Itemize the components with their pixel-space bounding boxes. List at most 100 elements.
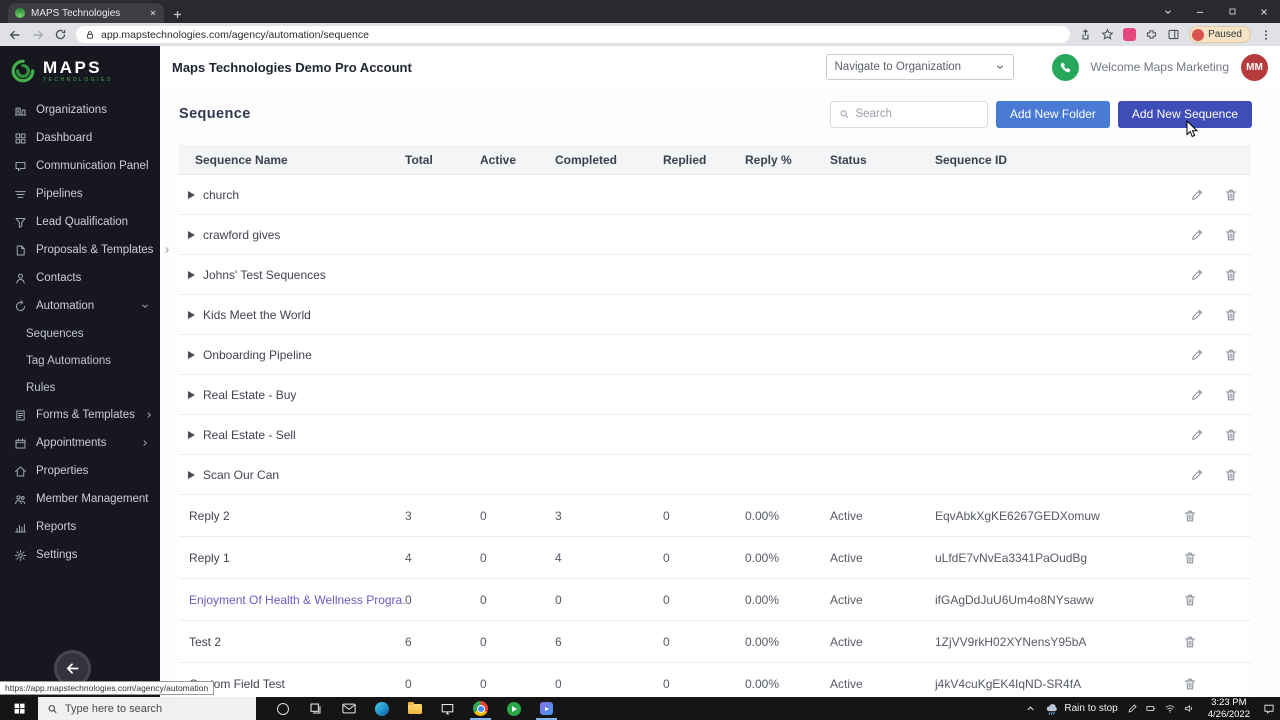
delete-sequence-icon[interactable] bbox=[1183, 509, 1197, 523]
pen-tray-icon[interactable] bbox=[1127, 703, 1138, 714]
delete-folder-icon[interactable] bbox=[1224, 468, 1238, 482]
profile-paused-badge[interactable]: Paused bbox=[1189, 26, 1251, 43]
back-icon[interactable] bbox=[8, 28, 22, 42]
sidebar-item-forms-templates[interactable]: Forms & Templates bbox=[0, 401, 160, 429]
tab-search-icon[interactable] bbox=[1152, 0, 1184, 23]
brand-logo[interactable]: MAPS TECHNOLOGIES bbox=[0, 46, 160, 96]
share-icon[interactable] bbox=[1079, 28, 1092, 41]
folder-expand-icon[interactable] bbox=[188, 350, 195, 359]
folder-row[interactable]: Onboarding Pipeline bbox=[179, 335, 1251, 375]
sidebar-item-communication-panel[interactable]: Communication Panel bbox=[0, 152, 160, 180]
sequence-name[interactable]: Reply 1 bbox=[189, 551, 230, 565]
folder-row[interactable]: church bbox=[179, 175, 1251, 215]
sidebar-item-rules[interactable]: Rules bbox=[0, 374, 160, 401]
folder-row[interactable]: Real Estate - Sell bbox=[179, 415, 1251, 455]
task-view-icon[interactable] bbox=[299, 697, 332, 720]
bookmark-star-icon[interactable] bbox=[1101, 28, 1114, 41]
folder-expand-icon[interactable] bbox=[188, 190, 195, 199]
folder-expand-icon[interactable] bbox=[188, 230, 195, 239]
folder-row[interactable]: crawford gives bbox=[179, 215, 1251, 255]
sidebar-item-tag-automations[interactable]: Tag Automations bbox=[0, 347, 160, 374]
sidebar-item-properties[interactable]: Properties bbox=[0, 457, 160, 485]
delete-folder-icon[interactable] bbox=[1224, 428, 1238, 442]
sidebar-item-sequences[interactable]: Sequences bbox=[0, 320, 160, 347]
screen-capture-icon[interactable] bbox=[497, 697, 530, 720]
start-button[interactable] bbox=[0, 697, 38, 720]
address-bar[interactable]: app.mapstechnologies.com/agency/automati… bbox=[76, 26, 1071, 43]
cortana-icon[interactable] bbox=[266, 697, 299, 720]
delete-sequence-icon[interactable] bbox=[1183, 593, 1197, 607]
refresh-icon[interactable] bbox=[54, 28, 67, 41]
media-player-icon[interactable] bbox=[530, 697, 563, 720]
folder-row[interactable]: Johns' Test Sequences bbox=[179, 255, 1251, 295]
folder-expand-icon[interactable] bbox=[188, 390, 195, 399]
sequence-row[interactable]: Enjoyment Of Health & Wellness Progra...… bbox=[179, 579, 1251, 621]
delete-folder-icon[interactable] bbox=[1224, 228, 1238, 242]
folder-row[interactable]: Kids Meet the World bbox=[179, 295, 1251, 335]
sequence-row[interactable]: Reply 1 4 0 4 0 0.00% Active uLfdE7vNvEa… bbox=[179, 537, 1251, 579]
taskbar-search-box[interactable] bbox=[38, 697, 256, 720]
edit-folder-icon[interactable] bbox=[1190, 268, 1204, 282]
file-explorer-icon[interactable] bbox=[398, 697, 431, 720]
search-box[interactable] bbox=[829, 100, 988, 128]
delete-folder-icon[interactable] bbox=[1224, 308, 1238, 322]
browser-tab[interactable]: MAPS Technologies bbox=[8, 3, 164, 23]
add-new-sequence-button[interactable]: Add New Sequence bbox=[1117, 100, 1252, 128]
volume-icon[interactable] bbox=[1183, 703, 1195, 714]
forward-icon[interactable] bbox=[31, 28, 45, 42]
window-close-button[interactable] bbox=[1248, 0, 1280, 23]
search-input[interactable] bbox=[855, 108, 979, 120]
add-new-folder-button[interactable]: Add New Folder bbox=[995, 100, 1110, 128]
organization-dropdown[interactable]: Navigate to Organization bbox=[825, 54, 1014, 80]
sequence-row[interactable]: Custom Field Test 0 0 0 0 0.00% Active j… bbox=[179, 663, 1251, 697]
sidebar-item-dashboard[interactable]: Dashboard bbox=[0, 124, 160, 152]
action-center-icon[interactable] bbox=[1263, 703, 1275, 715]
extensions-puzzle-icon[interactable] bbox=[1145, 28, 1158, 41]
store-icon[interactable] bbox=[431, 697, 464, 720]
edge-icon[interactable] bbox=[365, 697, 398, 720]
sequence-name[interactable]: Test 2 bbox=[189, 635, 221, 649]
taskbar-search-input[interactable] bbox=[64, 702, 247, 715]
mail-icon[interactable] bbox=[332, 697, 365, 720]
folder-expand-icon[interactable] bbox=[188, 270, 195, 279]
user-avatar[interactable]: MM bbox=[1241, 53, 1268, 81]
delete-folder-icon[interactable] bbox=[1224, 188, 1238, 202]
delete-sequence-icon[interactable] bbox=[1183, 677, 1197, 691]
sidebar-item-automation[interactable]: Automation bbox=[0, 292, 160, 320]
edit-folder-icon[interactable] bbox=[1190, 388, 1204, 402]
delete-folder-icon[interactable] bbox=[1224, 348, 1238, 362]
sidebar-item-appointments[interactable]: Appointments bbox=[0, 429, 160, 457]
sidebar-item-pipelines[interactable]: Pipelines bbox=[0, 180, 160, 208]
browser-menu-icon[interactable] bbox=[1260, 29, 1272, 41]
sequence-name[interactable]: Reply 2 bbox=[189, 509, 230, 523]
edit-folder-icon[interactable] bbox=[1190, 228, 1204, 242]
folder-expand-icon[interactable] bbox=[188, 470, 195, 479]
folder-row[interactable]: Real Estate - Buy bbox=[179, 375, 1251, 415]
edit-folder-icon[interactable] bbox=[1190, 188, 1204, 202]
edit-folder-icon[interactable] bbox=[1190, 348, 1204, 362]
weather-widget[interactable]: Rain to stop bbox=[1045, 703, 1118, 715]
battery-icon[interactable] bbox=[1145, 703, 1157, 714]
sidebar-item-member-management[interactable]: Member Management bbox=[0, 485, 160, 513]
sidebar-item-proposals-templates[interactable]: Proposals & Templates bbox=[0, 236, 170, 264]
window-minimize-button[interactable] bbox=[1184, 0, 1216, 23]
sidebar-item-settings[interactable]: Settings bbox=[0, 541, 160, 569]
tab-close-icon[interactable] bbox=[149, 9, 157, 17]
hidden-icons-chevron[interactable] bbox=[1025, 703, 1036, 714]
delete-sequence-icon[interactable] bbox=[1183, 551, 1197, 565]
extension-icon[interactable] bbox=[1123, 28, 1137, 41]
sequence-row[interactable]: Reply 2 3 0 3 0 0.00% Active EqvAbkXgKE6… bbox=[179, 495, 1251, 537]
sequence-row[interactable]: Test 2 6 0 6 0 0.00% Active 1ZjVV9rkH02X… bbox=[179, 621, 1251, 663]
chrome-icon[interactable] bbox=[464, 697, 497, 720]
folder-row[interactable]: Scan Our Can bbox=[179, 455, 1251, 495]
folder-expand-icon[interactable] bbox=[188, 310, 195, 319]
delete-folder-icon[interactable] bbox=[1224, 388, 1238, 402]
taskbar-clock[interactable]: 3:23 PM 4/26/2022 bbox=[1204, 697, 1254, 720]
sidebar-item-reports[interactable]: Reports bbox=[0, 513, 160, 541]
delete-folder-icon[interactable] bbox=[1224, 268, 1238, 282]
side-panel-icon[interactable] bbox=[1167, 28, 1180, 41]
edit-folder-icon[interactable] bbox=[1190, 428, 1204, 442]
window-maximize-button[interactable] bbox=[1216, 0, 1248, 23]
edit-folder-icon[interactable] bbox=[1190, 468, 1204, 482]
sequence-name[interactable]: Enjoyment Of Health & Wellness Progra... bbox=[189, 593, 405, 607]
